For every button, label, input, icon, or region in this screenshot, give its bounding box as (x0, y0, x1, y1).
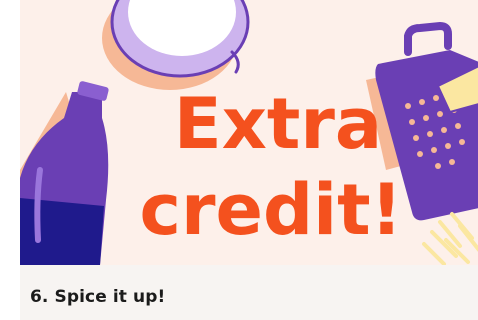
card-footer: 6. Spice it up! (20, 265, 478, 320)
hero-illustration: Extra credit! (20, 0, 478, 265)
card-title[interactable]: 6. Spice it up! (30, 287, 165, 307)
headline-line-2: credit! (140, 169, 403, 251)
headline-line-1: Extra (174, 83, 382, 165)
article-card[interactable]: Extra credit! 6. Spice it up! (20, 0, 478, 320)
